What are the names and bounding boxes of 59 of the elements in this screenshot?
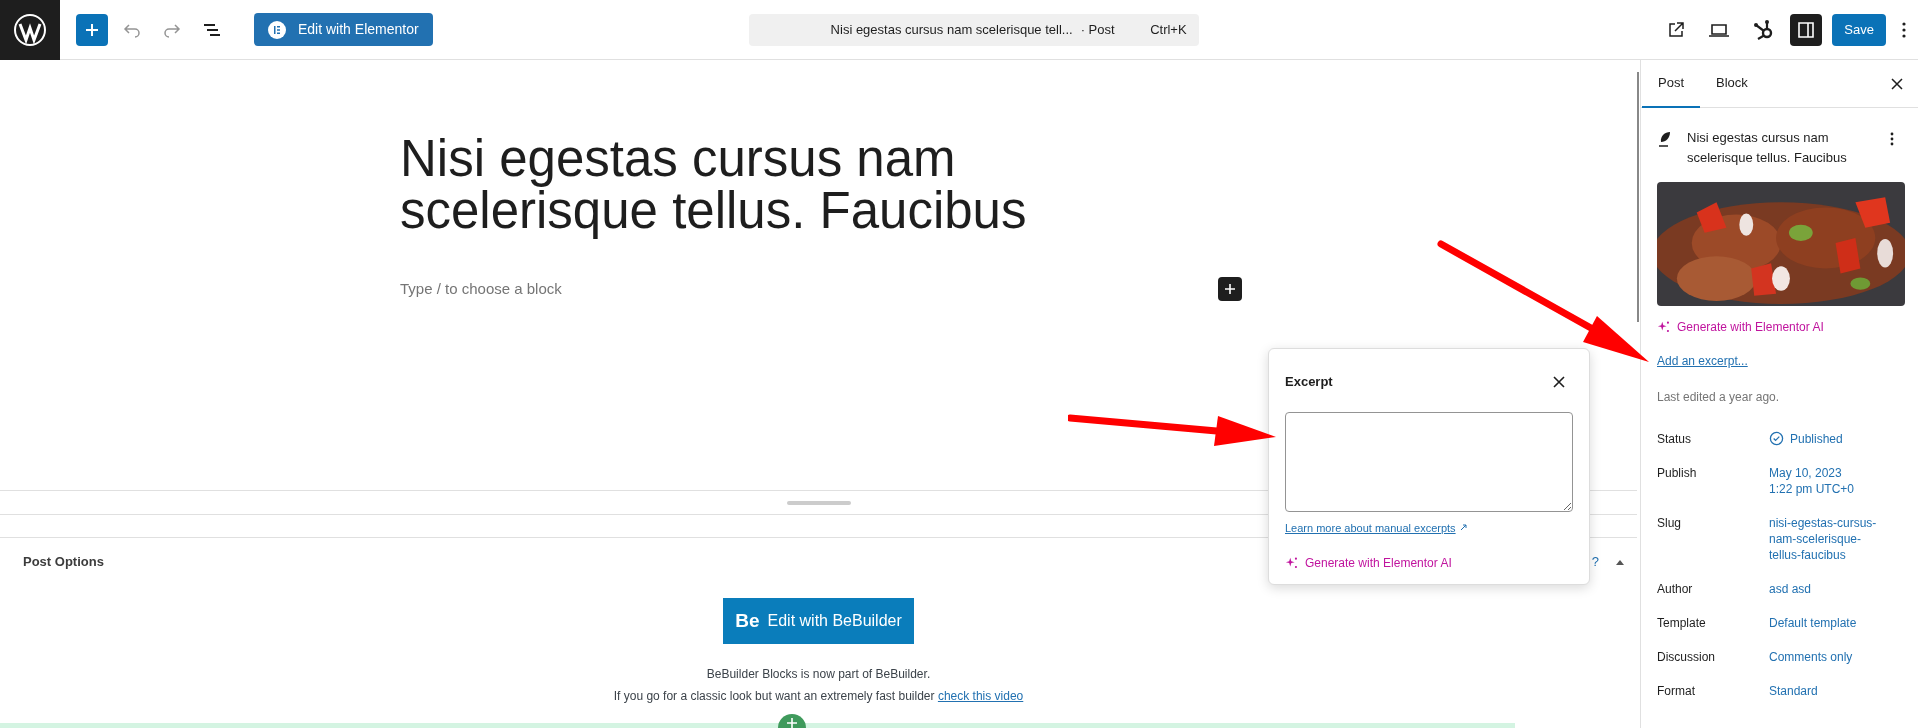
field-value-button[interactable]: asd asd	[1769, 577, 1812, 597]
add-excerpt-link[interactable]: Add an excerpt...	[1657, 352, 1748, 370]
feather-icon	[1657, 131, 1671, 147]
last-edited-text: Last edited a year ago.	[1657, 389, 1781, 406]
external-link-icon	[1459, 524, 1467, 532]
wordpress-logo[interactable]	[0, 0, 60, 60]
field-label: Discussion	[1657, 649, 1717, 665]
field-value-button[interactable]: Published	[1769, 427, 1843, 447]
notice-text: If you go for a classic look but want an extremely fast builder check this video	[613, 688, 1024, 705]
external-link-icon[interactable]	[1666, 19, 1687, 40]
more-options-icon[interactable]	[1890, 132, 1894, 146]
add-block-button[interactable]	[76, 13, 108, 46]
excerpt-field[interactable]	[1285, 411, 1573, 512]
close-icon[interactable]	[1553, 375, 1565, 388]
sparkle-icon	[1657, 320, 1671, 334]
field-value-button[interactable]: Default template	[1769, 611, 1857, 631]
field-label: Template	[1657, 615, 1707, 631]
field-label: Publish	[1657, 465, 1698, 481]
save-button[interactable]: Save	[1832, 13, 1886, 46]
shortcut-label: Ctrl+K	[1150, 20, 1187, 39]
block-placeholder[interactable]: Type / to choose a block	[400, 277, 562, 301]
field-label: Slug	[1657, 515, 1683, 531]
sidebar-tab[interactable]: Post	[1642, 59, 1700, 108]
video-link[interactable]: check this video	[937, 689, 1024, 703]
sidebar-tab[interactable]: Block	[1700, 59, 1764, 108]
post-summary-title: Nisi egestas cursus nam scelerisque tellus. Faucibus	[1687, 129, 1848, 167]
scrollbar-thumb[interactable]	[1637, 72, 1639, 322]
plus-icon	[787, 718, 797, 728]
edit-with-bebuilder-button[interactable]: Be Edit with BeBuilder	[723, 598, 914, 644]
generate-ai-button[interactable]: Generate with Elementor AI	[1657, 318, 1824, 336]
close-icon[interactable]	[1891, 77, 1903, 90]
post-options-title: Post Options	[23, 552, 104, 571]
post-title[interactable]: Nisi egestas cursus nam scelerisque tellus. Faucibus	[400, 133, 1120, 237]
plus-icon	[1224, 283, 1236, 295]
elementor-icon	[268, 20, 286, 39]
generate-ai-button[interactable]: Generate with Elementor AI	[1285, 554, 1452, 572]
check-circle-icon	[1769, 431, 1784, 446]
popover-title: Excerpt	[1285, 373, 1333, 391]
field-label: Author	[1657, 581, 1694, 597]
sidebar-icon	[1796, 19, 1817, 40]
add-block-button[interactable]	[1218, 277, 1242, 301]
notice-text: BeBuilder Blocks is now part of BeBuilder.	[706, 666, 931, 683]
resize-handle[interactable]	[786, 500, 851, 505]
field-value-button[interactable]: Comments only	[1769, 645, 1853, 665]
edit-with-elementor-button[interactable]: Edit with Elementor	[254, 13, 433, 46]
field-label: Status	[1657, 431, 1693, 447]
command-bar[interactable]: Nisi egestas cursus nam scelerisque tell... · Post Ctrl+K	[748, 13, 1199, 46]
field-value-button[interactable]: Standard	[1769, 679, 1818, 699]
field-value-button[interactable]: May 10, 2023 1:22 pm UTC+0	[1769, 461, 1855, 497]
learn-more-link[interactable]: Learn more about manual excerpts	[1285, 519, 1456, 536]
post-type-label: · Post	[1080, 20, 1115, 39]
sparkle-icon	[1285, 556, 1299, 570]
sidebar-toggle-button[interactable]	[1790, 13, 1823, 46]
plus-icon	[84, 21, 100, 38]
field-label: Format	[1657, 683, 1696, 699]
help-link[interactable]: ?	[1591, 551, 1599, 572]
more-options-icon[interactable]	[1902, 21, 1906, 38]
post-title-label: Nisi egestas cursus nam scelerisque tell...	[830, 20, 1073, 39]
field-value-button[interactable]: nisi-egestas-cursus- nam-scelerisque- tellus-faucibus	[1769, 511, 1877, 563]
